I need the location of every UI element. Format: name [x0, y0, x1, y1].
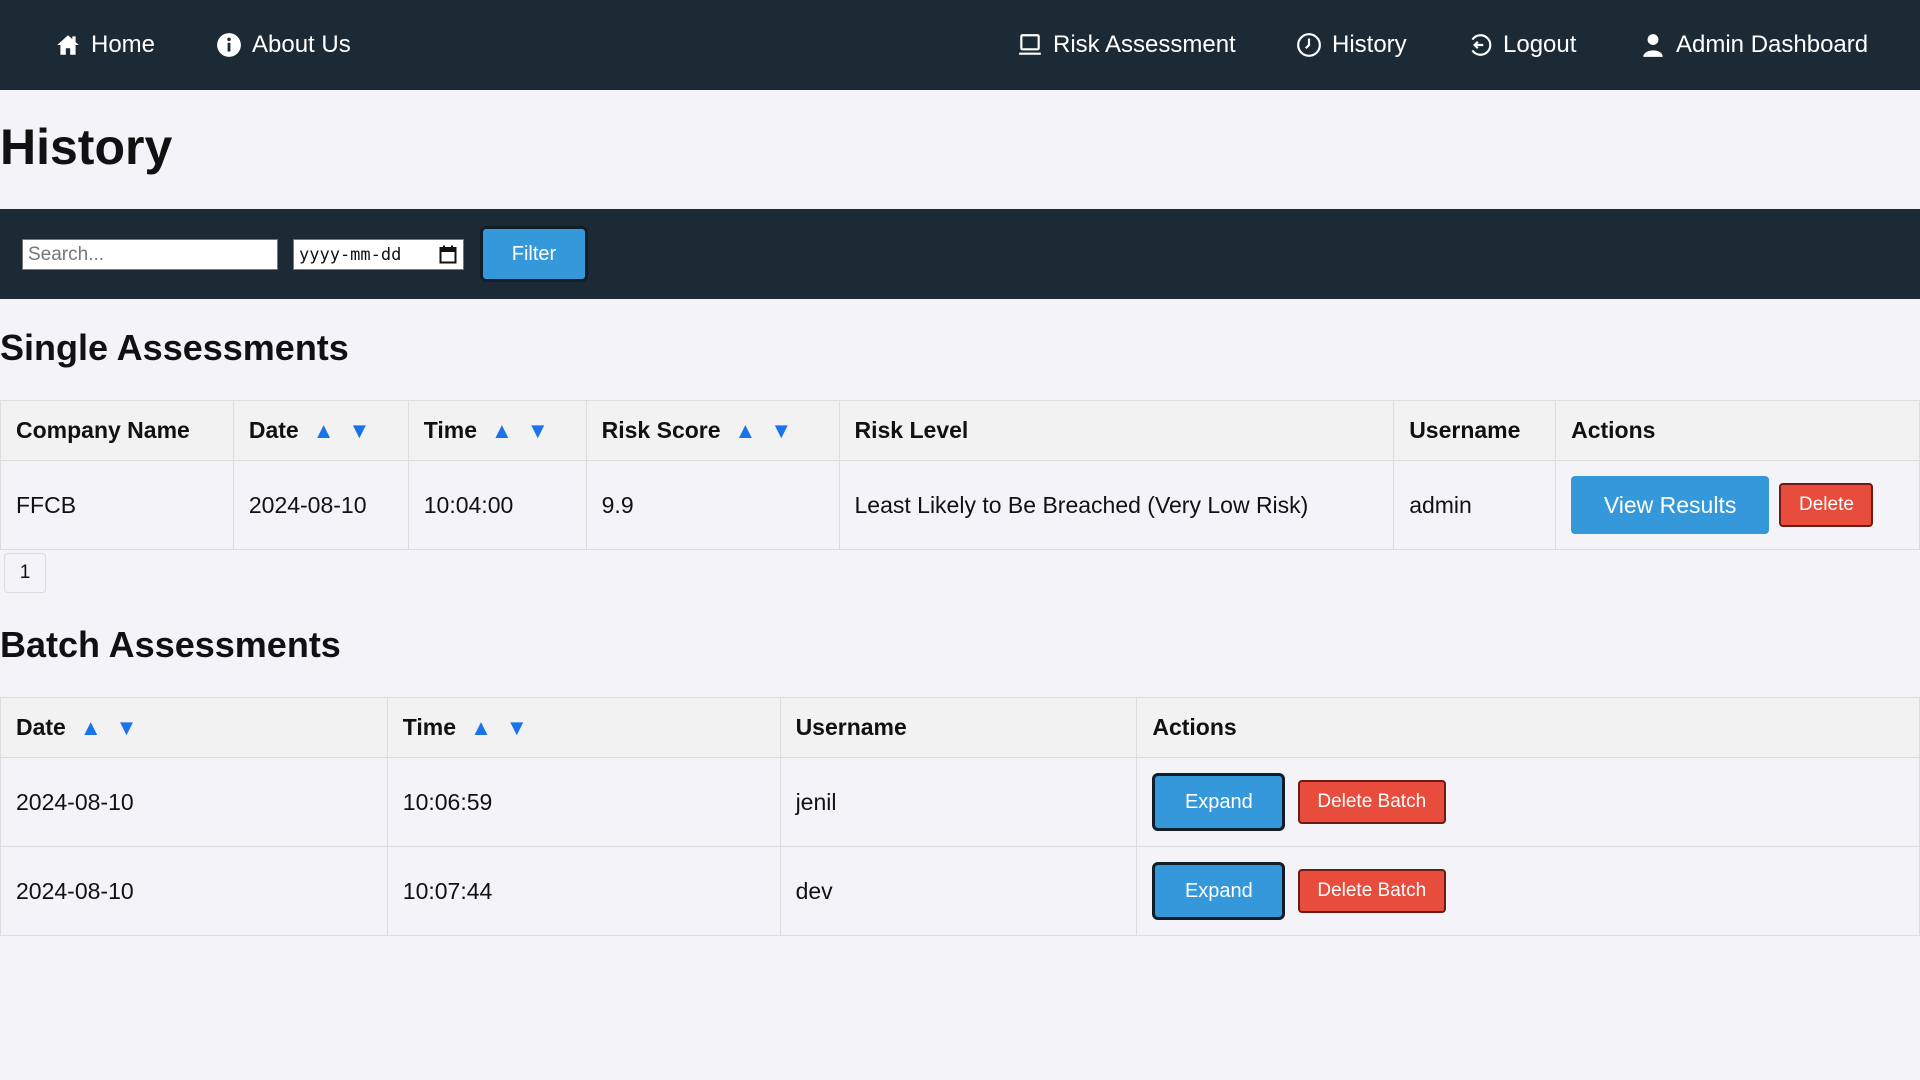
sort-desc-icon[interactable]: ▼ — [506, 715, 528, 740]
cell-time: 10:04:00 — [407, 460, 587, 550]
clock-icon — [1297, 33, 1321, 57]
pagination-page-button[interactable]: 1 — [4, 553, 46, 593]
expand-button[interactable]: Expand — [1152, 773, 1286, 831]
col-time: Time ▲ ▼ — [386, 697, 781, 758]
col-date: Date ▲ ▼ — [232, 400, 409, 461]
cell-actions: View Results Delete — [1555, 460, 1920, 550]
sort-desc-icon[interactable]: ▼ — [770, 418, 792, 443]
nav-risk-assessment-link[interactable]: Risk Assessment — [1017, 0, 1236, 90]
calendar-icon[interactable] — [439, 245, 457, 264]
sort-desc-icon[interactable]: ▼ — [527, 418, 549, 443]
nav-admin-dashboard-link[interactable]: Admin Dashboard — [1640, 0, 1868, 90]
col-risk-score: Risk Score ▲ ▼ — [585, 400, 840, 461]
nav-about-link[interactable]: About Us — [216, 0, 351, 90]
single-assessments-table: Company Name Date ▲ ▼ Time ▲ ▼ Risk Score ▲ ▼ … — [0, 400, 1920, 550]
cell-time: 10:07:44 — [386, 846, 781, 936]
nav-risk-assessment-label: Risk Assessment — [1053, 31, 1236, 58]
sort-desc-icon[interactable]: ▼ — [116, 715, 138, 740]
cell-company: FFCB — [0, 460, 234, 550]
batch-assessments-table: Date ▲ ▼ Time ▲ ▼ Username Actions 2024-08-1… — [0, 697, 1920, 936]
col-actions: Actions — [1555, 400, 1920, 461]
col-time: Time ▲ ▼ — [407, 400, 587, 461]
nav-logout-label: Logout — [1503, 31, 1577, 58]
nav-logout-link[interactable]: Logout — [1467, 0, 1576, 90]
top-navbar: Home About Us Risk Assessment History Lo… — [0, 0, 1920, 90]
sort-desc-icon[interactable]: ▼ — [349, 418, 371, 443]
col-username: Username — [1393, 400, 1557, 461]
nav-home-link[interactable]: Home — [55, 0, 155, 90]
sort-asc-icon[interactable]: ▲ — [470, 715, 492, 740]
filter-bar: yyyy-mm-dd — [0, 209, 1920, 299]
expand-button[interactable]: Expand — [1152, 862, 1286, 920]
filter-button[interactable]: Filter — [480, 226, 588, 282]
delete-button[interactable]: Delete — [1779, 483, 1874, 527]
single-assessments-heading: Single Assessments — [0, 327, 349, 368]
page-title: History — [0, 119, 173, 175]
nav-about-label: About Us — [252, 31, 351, 58]
nav-history-label: History — [1332, 31, 1407, 58]
cell-actions: Expand Delete Batch — [1136, 757, 1920, 847]
table-header-row: Date ▲ ▼ Time ▲ ▼ Username Actions — [0, 697, 1920, 758]
cell-risk-level: Least Likely to Be Breached (Very Low Ri… — [838, 460, 1395, 550]
table-row: 2024-08-10 10:06:59 jenil Expand Delete … — [0, 757, 1920, 847]
info-icon — [217, 33, 241, 57]
date-input[interactable]: yyyy-mm-dd — [293, 239, 464, 270]
cell-actions: Expand Delete Batch — [1136, 846, 1920, 936]
col-actions: Actions — [1136, 697, 1920, 758]
search-input[interactable] — [22, 239, 278, 270]
nav-home-label: Home — [91, 31, 156, 58]
table-header-row: Company Name Date ▲ ▼ Time ▲ ▼ Risk Score ▲ ▼ … — [0, 400, 1920, 461]
col-date: Date ▲ ▼ — [0, 697, 388, 758]
col-risk-level: Risk Level — [838, 400, 1395, 461]
sort-asc-icon[interactable]: ▲ — [80, 715, 102, 740]
sort-asc-icon[interactable]: ▲ — [313, 418, 335, 443]
cell-username: jenil — [779, 757, 1138, 847]
cell-date: 2024-08-10 — [0, 846, 388, 936]
cell-date: 2024-08-10 — [0, 757, 388, 847]
cell-time: 10:06:59 — [386, 757, 781, 847]
table-row: FFCB 2024-08-10 10:04:00 9.9 Least Likel… — [0, 460, 1920, 550]
date-input-placeholder: yyyy-mm-dd — [299, 244, 402, 265]
logout-icon — [1471, 34, 1492, 56]
cell-username: dev — [779, 846, 1138, 936]
view-results-button[interactable]: View Results — [1571, 476, 1770, 534]
cell-risk-score: 9.9 — [585, 460, 840, 550]
batch-assessments-heading: Batch Assessments — [0, 624, 341, 665]
home-icon — [57, 35, 79, 55]
sort-asc-icon[interactable]: ▲ — [491, 418, 513, 443]
table-row: 2024-08-10 10:07:44 dev Expand Delete Ba… — [0, 846, 1920, 936]
sort-asc-icon[interactable]: ▲ — [735, 418, 757, 443]
nav-admin-dashboard-label: Admin Dashboard — [1676, 31, 1869, 58]
cell-username: admin — [1393, 460, 1557, 550]
delete-batch-button[interactable]: Delete Batch — [1297, 780, 1446, 824]
col-company-name: Company Name — [0, 400, 234, 461]
col-username: Username — [779, 697, 1138, 758]
cell-date: 2024-08-10 — [232, 460, 409, 550]
delete-batch-button[interactable]: Delete Batch — [1297, 869, 1446, 913]
user-icon — [1643, 34, 1663, 57]
laptop-icon — [1019, 34, 1041, 55]
nav-history-link[interactable]: History — [1296, 0, 1407, 90]
